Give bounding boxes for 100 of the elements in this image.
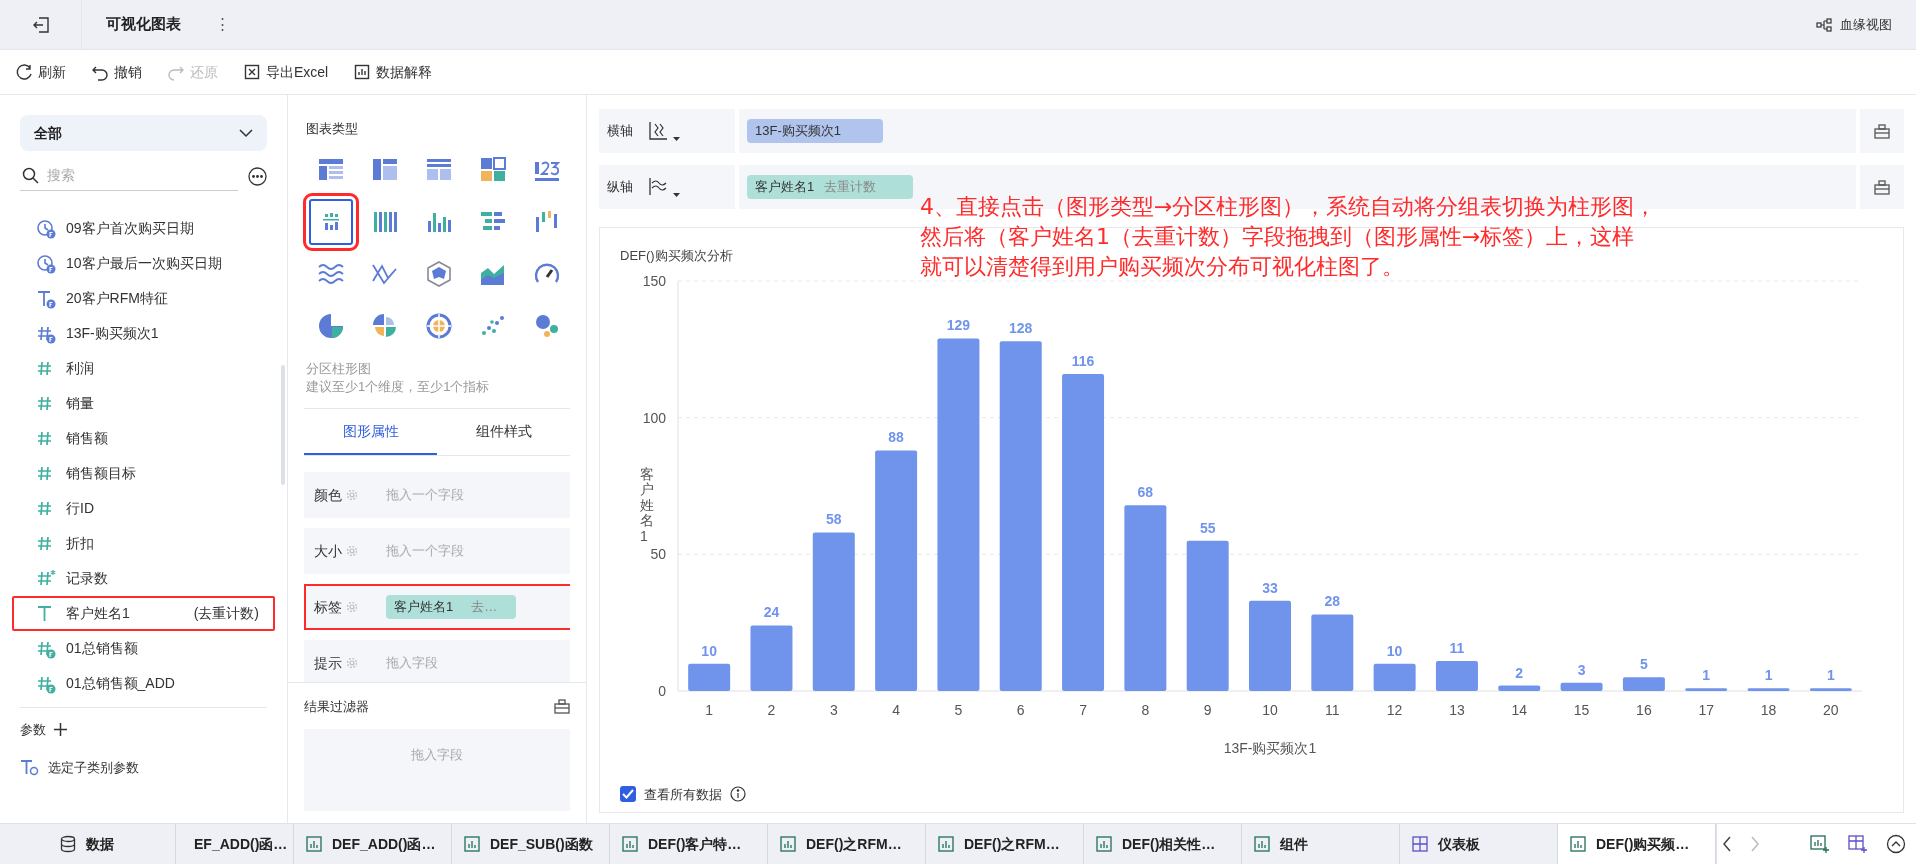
- sheet-tab[interactable]: DEF_ADD()函…: [294, 824, 452, 864]
- sheet-tab[interactable]: 组件: [1242, 824, 1400, 864]
- chart-types-title: 图表类型: [306, 120, 359, 138]
- scope-dropdown[interactable]: 全部: [20, 115, 267, 151]
- sheet-tab[interactable]: DEF()之RFM…: [768, 824, 926, 864]
- explain-icon: [354, 63, 371, 81]
- sheet-tab[interactable]: DEF_SUB()函数: [452, 824, 610, 864]
- bar[interactable]: [1560, 682, 1603, 691]
- axis-label: 横轴: [607, 122, 633, 141]
- value-label: 2: [1515, 664, 1524, 681]
- bar[interactable]: [812, 532, 855, 691]
- x-tick-label: 1: [705, 702, 714, 718]
- more-menu[interactable]: ⋮: [215, 13, 230, 36]
- field-item[interactable]: 销售额: [12, 421, 275, 456]
- value-label: 11: [1449, 639, 1465, 656]
- value-label: 116: [1071, 352, 1095, 369]
- field-item[interactable]: 行ID: [12, 491, 275, 526]
- bar[interactable]: [1373, 663, 1416, 691]
- field-chip[interactable]: 客户姓名1 去…: [386, 595, 516, 619]
- axis-drop-zone[interactable]: 13F-购买频次1: [739, 109, 1856, 153]
- sunburst-chart-icon: [426, 312, 452, 339]
- collapse-icon[interactable]: [1886, 834, 1906, 854]
- field-chip[interactable]: 客户姓名1 去重计数: [747, 175, 913, 199]
- field-item[interactable]: 记录数: [12, 561, 275, 596]
- excel-icon: [244, 63, 260, 81]
- crosstab-chart-icon: [372, 156, 398, 183]
- field-item[interactable]: 利润: [12, 351, 275, 386]
- bar[interactable]: [1809, 688, 1852, 691]
- sheet-tab[interactable]: DEF()相关性…: [1084, 824, 1242, 864]
- bar[interactable]: [1062, 373, 1105, 691]
- add-chart-icon[interactable]: [1810, 835, 1830, 853]
- more-icon[interactable]: [248, 166, 267, 186]
- value-label: 88: [888, 429, 904, 446]
- exit-icon[interactable]: [31, 15, 50, 34]
- settings-icon[interactable]: [1874, 123, 1890, 139]
- value-label: 5: [1640, 656, 1648, 673]
- x-tick-label: 15: [1573, 702, 1590, 718]
- value-label: 28: [1324, 593, 1341, 610]
- field-item[interactable]: 销售额目标: [12, 456, 275, 491]
- bar[interactable]: [999, 341, 1042, 691]
- previous-icon[interactable]: [1722, 836, 1732, 852]
- property-label: 提示: [314, 653, 342, 673]
- property-tab[interactable]: 图形属性: [304, 409, 437, 455]
- sheet-tab[interactable]: 数据: [46, 824, 176, 864]
- bar[interactable]: [1186, 540, 1229, 691]
- parameter-item[interactable]: 选定子类别参数: [20, 757, 267, 777]
- field-item[interactable]: 01总销售额: [12, 631, 275, 666]
- field-item[interactable]: 10客户最后一次购买日期: [12, 246, 275, 281]
- axis-type-dropdown[interactable]: [647, 176, 680, 198]
- field-item[interactable]: 13F-购买频次1: [12, 316, 275, 351]
- bar[interactable]: [1435, 660, 1478, 691]
- add-icon[interactable]: [54, 723, 67, 737]
- radar-chart-icon: [426, 260, 452, 287]
- bar[interactable]: [688, 663, 731, 691]
- x-tick-label: 9: [1203, 702, 1212, 718]
- field-item[interactable]: 客户姓名1 (去重计数): [12, 596, 275, 631]
- x-tick-label: 5: [954, 702, 963, 718]
- bar[interactable]: [875, 450, 918, 691]
- field-chip[interactable]: 13F-购买频次1: [747, 119, 883, 143]
- refresh-button[interactable]: 刷新: [16, 61, 66, 83]
- search-field[interactable]: 搜索: [47, 165, 236, 186]
- x-tick-label: 14: [1511, 702, 1528, 718]
- property-tab[interactable]: 组件样式: [437, 409, 570, 455]
- settings-icon[interactable]: [1874, 179, 1890, 195]
- detail-chart-icon: [426, 156, 452, 183]
- axis-type-dropdown[interactable]: [647, 120, 680, 142]
- chart-icon: [306, 836, 322, 852]
- bar[interactable]: [1124, 505, 1167, 691]
- pie-chart-icon: [318, 312, 344, 339]
- x-tick-label: 10: [1262, 702, 1278, 718]
- wave-axis-icon: [647, 176, 669, 198]
- bar[interactable]: [1311, 614, 1354, 691]
- filter-panel-icon[interactable]: [554, 699, 570, 715]
- property-label: 颜色: [314, 485, 342, 505]
- explain-button[interactable]: 数据解释: [354, 61, 433, 83]
- bar[interactable]: [1498, 685, 1541, 691]
- info-icon[interactable]: [730, 786, 746, 803]
- x-tick-label: 2: [767, 702, 776, 718]
- bar[interactable]: [1622, 677, 1665, 691]
- sheet-tab[interactable]: DEF()客户特…: [610, 824, 768, 864]
- sheet-tab[interactable]: EF_ADD()函…: [194, 824, 294, 864]
- value-label: 1: [1826, 667, 1835, 684]
- chart-icon: [464, 836, 480, 852]
- add-dashboard-icon[interactable]: [1848, 835, 1868, 853]
- x-tick-label: 17: [1698, 702, 1714, 718]
- x-tick-label: 8: [1141, 702, 1150, 718]
- clock-icon: [36, 253, 56, 274]
- field-item[interactable]: 折扣: [12, 526, 275, 561]
- field-item[interactable]: 01总销售额_ADD: [12, 666, 275, 701]
- sheet-tab[interactable]: DEF()购买频…: [1558, 824, 1716, 864]
- show-all-data-checkbox[interactable]: [620, 786, 636, 803]
- field-item[interactable]: 09客户首次购买日期: [12, 211, 275, 246]
- lineage-view-button[interactable]: 血缘视图: [1816, 14, 1892, 35]
- bar[interactable]: [1685, 688, 1728, 691]
- excel-button[interactable]: 导出Excel: [244, 61, 329, 83]
- bar[interactable]: [1747, 688, 1790, 691]
- field-item[interactable]: 销量: [12, 386, 275, 421]
- field-item[interactable]: 20客户RFM特征: [12, 281, 275, 316]
- undo-button[interactable]: 撤销: [92, 61, 142, 83]
- sheet-tab[interactable]: DEF()之RFM…: [926, 824, 1084, 864]
